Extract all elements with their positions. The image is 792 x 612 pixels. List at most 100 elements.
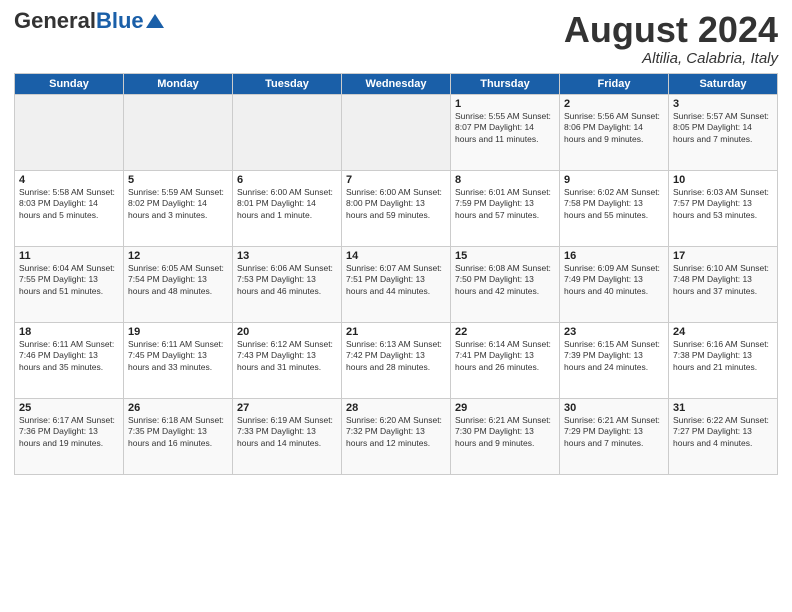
day-number: 18 [19,326,119,338]
calendar-cell: 21Sunrise: 6:13 AM Sunset: 7:42 PM Dayli… [342,322,451,398]
day-detail: Sunrise: 5:56 AM Sunset: 8:06 PM Dayligh… [564,111,664,145]
day-header-sunday: Sunday [15,73,124,94]
day-detail: Sunrise: 6:00 AM Sunset: 8:00 PM Dayligh… [346,187,446,221]
day-detail: Sunrise: 5:58 AM Sunset: 8:03 PM Dayligh… [19,187,119,221]
day-detail: Sunrise: 6:02 AM Sunset: 7:58 PM Dayligh… [564,187,664,221]
calendar-cell: 26Sunrise: 6:18 AM Sunset: 7:35 PM Dayli… [124,398,233,474]
calendar-cell: 8Sunrise: 6:01 AM Sunset: 7:59 PM Daylig… [451,170,560,246]
day-detail: Sunrise: 6:10 AM Sunset: 7:48 PM Dayligh… [673,263,773,297]
day-header-tuesday: Tuesday [233,73,342,94]
day-number: 16 [564,250,664,262]
calendar-week-row: 18Sunrise: 6:11 AM Sunset: 7:46 PM Dayli… [15,322,778,398]
day-number: 7 [346,174,446,186]
day-number: 23 [564,326,664,338]
calendar-cell: 28Sunrise: 6:20 AM Sunset: 7:32 PM Dayli… [342,398,451,474]
calendar-header-row: SundayMondayTuesdayWednesdayThursdayFrid… [15,73,778,94]
day-detail: Sunrise: 6:06 AM Sunset: 7:53 PM Dayligh… [237,263,337,297]
calendar-cell: 18Sunrise: 6:11 AM Sunset: 7:46 PM Dayli… [15,322,124,398]
calendar-week-row: 4Sunrise: 5:58 AM Sunset: 8:03 PM Daylig… [15,170,778,246]
calendar-week-row: 1Sunrise: 5:55 AM Sunset: 8:07 PM Daylig… [15,94,778,170]
calendar-cell: 6Sunrise: 6:00 AM Sunset: 8:01 PM Daylig… [233,170,342,246]
calendar-cell: 29Sunrise: 6:21 AM Sunset: 7:30 PM Dayli… [451,398,560,474]
day-detail: Sunrise: 6:03 AM Sunset: 7:57 PM Dayligh… [673,187,773,221]
day-number: 28 [346,402,446,414]
calendar-cell: 22Sunrise: 6:14 AM Sunset: 7:41 PM Dayli… [451,322,560,398]
day-detail: Sunrise: 6:05 AM Sunset: 7:54 PM Dayligh… [128,263,228,297]
day-number: 24 [673,326,773,338]
day-detail: Sunrise: 6:07 AM Sunset: 7:51 PM Dayligh… [346,263,446,297]
day-header-wednesday: Wednesday [342,73,451,94]
calendar-cell: 14Sunrise: 6:07 AM Sunset: 7:51 PM Dayli… [342,246,451,322]
day-number: 30 [564,402,664,414]
title-block: August 2024 Altilia, Calabria, Italy [564,10,778,67]
day-number: 15 [455,250,555,262]
day-detail: Sunrise: 6:15 AM Sunset: 7:39 PM Dayligh… [564,339,664,373]
day-number: 8 [455,174,555,186]
day-detail: Sunrise: 6:01 AM Sunset: 7:59 PM Dayligh… [455,187,555,221]
logo-text: GeneralBlue [14,10,144,32]
calendar-page: GeneralBlue August 2024 Altilia, Calabri… [0,0,792,612]
calendar-cell [124,94,233,170]
logo-general: General [14,8,96,33]
day-number: 2 [564,98,664,110]
day-number: 20 [237,326,337,338]
day-detail: Sunrise: 6:09 AM Sunset: 7:49 PM Dayligh… [564,263,664,297]
calendar-cell: 5Sunrise: 5:59 AM Sunset: 8:02 PM Daylig… [124,170,233,246]
day-number: 9 [564,174,664,186]
calendar-cell: 1Sunrise: 5:55 AM Sunset: 8:07 PM Daylig… [451,94,560,170]
day-detail: Sunrise: 5:55 AM Sunset: 8:07 PM Dayligh… [455,111,555,145]
day-detail: Sunrise: 6:21 AM Sunset: 7:30 PM Dayligh… [455,415,555,449]
calendar-cell: 31Sunrise: 6:22 AM Sunset: 7:27 PM Dayli… [669,398,778,474]
calendar-week-row: 11Sunrise: 6:04 AM Sunset: 7:55 PM Dayli… [15,246,778,322]
day-detail: Sunrise: 6:19 AM Sunset: 7:33 PM Dayligh… [237,415,337,449]
day-detail: Sunrise: 6:16 AM Sunset: 7:38 PM Dayligh… [673,339,773,373]
day-number: 19 [128,326,228,338]
day-number: 12 [128,250,228,262]
calendar-cell: 4Sunrise: 5:58 AM Sunset: 8:03 PM Daylig… [15,170,124,246]
calendar-cell [233,94,342,170]
day-detail: Sunrise: 6:11 AM Sunset: 7:45 PM Dayligh… [128,339,228,373]
calendar-cell: 27Sunrise: 6:19 AM Sunset: 7:33 PM Dayli… [233,398,342,474]
day-number: 13 [237,250,337,262]
day-number: 14 [346,250,446,262]
day-detail: Sunrise: 5:57 AM Sunset: 8:05 PM Dayligh… [673,111,773,145]
calendar-cell: 30Sunrise: 6:21 AM Sunset: 7:29 PM Dayli… [560,398,669,474]
logo-blue: Blue [96,8,144,33]
calendar-cell: 3Sunrise: 5:57 AM Sunset: 8:05 PM Daylig… [669,94,778,170]
day-header-thursday: Thursday [451,73,560,94]
calendar-cell: 10Sunrise: 6:03 AM Sunset: 7:57 PM Dayli… [669,170,778,246]
day-detail: Sunrise: 6:04 AM Sunset: 7:55 PM Dayligh… [19,263,119,297]
day-number: 5 [128,174,228,186]
day-detail: Sunrise: 6:12 AM Sunset: 7:43 PM Dayligh… [237,339,337,373]
calendar-cell: 11Sunrise: 6:04 AM Sunset: 7:55 PM Dayli… [15,246,124,322]
calendar-cell: 12Sunrise: 6:05 AM Sunset: 7:54 PM Dayli… [124,246,233,322]
day-detail: Sunrise: 6:08 AM Sunset: 7:50 PM Dayligh… [455,263,555,297]
day-number: 21 [346,326,446,338]
calendar-cell: 15Sunrise: 6:08 AM Sunset: 7:50 PM Dayli… [451,246,560,322]
calendar-cell [15,94,124,170]
calendar-table: SundayMondayTuesdayWednesdayThursdayFrid… [14,73,778,475]
logo-icon [146,14,164,28]
day-header-saturday: Saturday [669,73,778,94]
day-number: 3 [673,98,773,110]
day-detail: Sunrise: 6:13 AM Sunset: 7:42 PM Dayligh… [346,339,446,373]
day-detail: Sunrise: 6:00 AM Sunset: 8:01 PM Dayligh… [237,187,337,221]
calendar-cell: 20Sunrise: 6:12 AM Sunset: 7:43 PM Dayli… [233,322,342,398]
day-detail: Sunrise: 6:14 AM Sunset: 7:41 PM Dayligh… [455,339,555,373]
calendar-cell: 2Sunrise: 5:56 AM Sunset: 8:06 PM Daylig… [560,94,669,170]
month-title: August 2024 [564,10,778,50]
day-detail: Sunrise: 6:22 AM Sunset: 7:27 PM Dayligh… [673,415,773,449]
calendar-cell [342,94,451,170]
logo: GeneralBlue [14,10,164,32]
day-detail: Sunrise: 6:11 AM Sunset: 7:46 PM Dayligh… [19,339,119,373]
day-number: 11 [19,250,119,262]
day-number: 25 [19,402,119,414]
day-number: 29 [455,402,555,414]
day-detail: Sunrise: 6:17 AM Sunset: 7:36 PM Dayligh… [19,415,119,449]
calendar-cell: 17Sunrise: 6:10 AM Sunset: 7:48 PM Dayli… [669,246,778,322]
day-number: 27 [237,402,337,414]
day-number: 26 [128,402,228,414]
calendar-week-row: 25Sunrise: 6:17 AM Sunset: 7:36 PM Dayli… [15,398,778,474]
day-number: 31 [673,402,773,414]
calendar-cell: 19Sunrise: 6:11 AM Sunset: 7:45 PM Dayli… [124,322,233,398]
